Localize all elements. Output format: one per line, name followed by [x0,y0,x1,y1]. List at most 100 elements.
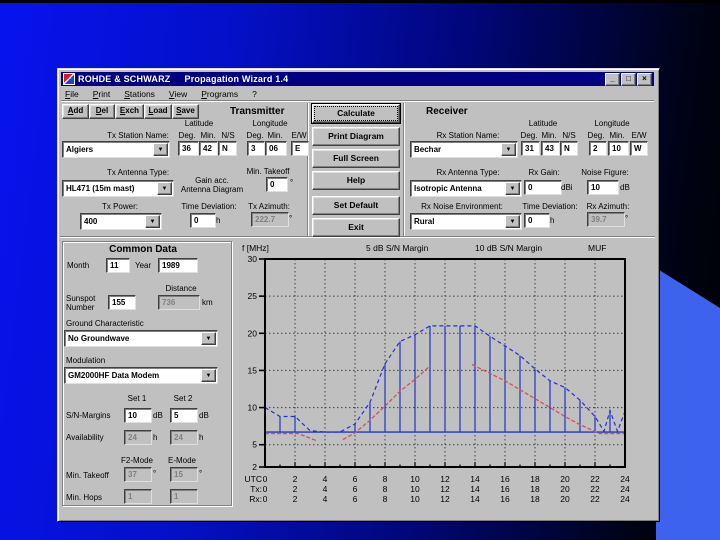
rx-latitude-label: Latitude [528,119,558,128]
svg-text:4: 4 [323,474,328,484]
svg-text:20: 20 [560,474,570,484]
rx-lat-deg-field[interactable]: 31 [521,141,540,156]
window-title-app: Propagation Wizard 1.4 [184,74,289,84]
tx-lon-min-field[interactable]: 06 [265,141,287,156]
chevron-down-icon[interactable]: ▼ [201,369,216,382]
rx-longitude-label: Longitude [594,119,630,128]
rx-lat-ns-label: N/S [562,131,576,140]
tx-azimuth-field: 222.7 [251,212,289,227]
exit-button[interactable]: Exit [312,218,400,237]
svg-text:12: 12 [440,474,450,484]
close-button[interactable]: × [637,72,652,86]
menu-file[interactable]: File [65,89,79,100]
chevron-down-icon[interactable]: ▼ [505,215,520,228]
min-hops-e-field: 1 [170,489,198,504]
tx-lat-min-field[interactable]: 42 [199,141,218,156]
title-bar[interactable]: ROHDE & SCHWARZ Propagation Wizard 1.4 _… [61,72,654,86]
print-diagram-button[interactable]: Print Diagram [312,127,400,146]
maximize-button[interactable]: □ [621,72,636,86]
takeoff-e-unit: ° [199,469,203,478]
add-button[interactable]: Add [62,104,89,119]
svg-text:f [MHz]: f [MHz] [242,243,269,253]
tx-min-takeoff-field[interactable]: 0 [266,177,288,192]
modulation-label: Modulation [66,356,106,365]
chevron-down-icon[interactable]: ▼ [153,143,168,156]
tx-station-select[interactable]: Algiers ▼ [62,141,170,158]
tx-lon-min-label: Min. [267,131,283,140]
set2-header: Set 2 [173,394,193,403]
chevron-down-icon[interactable]: ▼ [145,215,160,228]
menu-view[interactable]: View [169,89,187,100]
rx-noise-figure-field[interactable]: 10 [587,180,619,195]
rx-lon-min-field[interactable]: 10 [608,141,629,156]
rx-station-select[interactable]: Bechar ▼ [410,141,518,158]
minimize-button[interactable]: _ [605,72,620,86]
menu-programs[interactable]: Programs [201,89,238,100]
rx-antenna-select[interactable]: Isotropic Antenna ▼ [410,180,522,197]
chevron-down-icon[interactable]: ▼ [201,332,216,345]
tx-lon-deg-field[interactable]: 3 [247,141,265,156]
svg-text:14: 14 [470,494,480,504]
distance-field: 736 [158,295,200,310]
set-default-button[interactable]: Set Default [312,196,400,215]
chevron-down-icon[interactable]: ▼ [505,182,520,195]
min-takeoff-e-field: 15 [170,467,198,482]
tx-power-select[interactable]: 400 ▼ [80,213,162,230]
sunspot-field[interactable]: 155 [108,295,136,310]
tx-antenna-select[interactable]: HL471 (15m mast) ▼ [62,180,174,197]
load-button[interactable]: Load [144,104,172,119]
sn-margin-set2-field[interactable]: 5 [170,408,198,423]
svg-text:8: 8 [383,494,388,504]
help-button[interactable]: Help [312,171,400,190]
rx-gain-field[interactable]: 0 [524,180,562,195]
menu-help[interactable]: ? [252,89,257,100]
rx-timedev-field[interactable]: 0 [524,213,550,228]
modulation-select[interactable]: GM2000HF Data Modem ▼ [64,367,218,384]
calculate-button[interactable]: Calculate [312,104,400,123]
svg-text:16: 16 [500,494,510,504]
rx-azimuth-unit: ° [625,214,629,223]
del-button[interactable]: Del [89,104,115,119]
f2-mode-header: F2-Mode [120,456,153,465]
tx-timedev-field[interactable]: 0 [190,213,216,228]
e-mode-header: E-Mode [167,456,196,465]
svg-text:12: 12 [440,484,450,494]
svg-text:5: 5 [252,440,257,450]
chevron-down-icon[interactable]: ▼ [157,182,172,195]
transmitter-heading: Transmitter [230,106,285,117]
month-field[interactable]: 11 [106,258,130,273]
chevron-down-icon[interactable]: ▼ [501,143,516,156]
rx-noise-env-select[interactable]: Rural ▼ [410,213,522,230]
rx-azimuth-label: Rx Azimuth: [586,202,630,211]
tx-power-label: Tx Power: [101,202,138,211]
avail2-unit: h [199,433,204,442]
rx-station-label: Rx Station Name: [436,131,500,140]
window-title-brand: ROHDE & SCHWARZ [78,74,171,84]
exch-button[interactable]: Exch [115,104,144,119]
svg-text:12: 12 [440,494,450,504]
svg-text:24: 24 [620,494,630,504]
menu-stations[interactable]: Stations [124,89,155,100]
sn-margin-set1-field[interactable]: 10 [124,408,152,423]
year-field[interactable]: 1989 [158,258,198,273]
svg-text:10 dB S/N Margin: 10 dB S/N Margin [475,243,542,253]
rx-timedev-label: Time Deviation: [522,202,578,211]
tx-lat-deg-field[interactable]: 36 [178,141,199,156]
ground-select[interactable]: No Groundwave ▼ [64,330,218,347]
rx-lat-ns-field[interactable]: N [560,141,578,156]
rx-lon-ew-field[interactable]: W [630,141,648,156]
full-screen-button[interactable]: Full Screen [312,149,400,168]
month-label: Month [67,261,90,270]
save-button[interactable]: Save [172,104,199,119]
tx-lon-ew-field[interactable]: E [291,141,309,156]
svg-text:6: 6 [353,484,358,494]
tx-min-takeoff-label: Min. Takeoff [246,167,290,176]
tx-lat-ns-field[interactable]: N [218,141,237,156]
sn2-unit: dB [199,411,209,420]
rx-lon-deg-field[interactable]: 2 [589,141,607,156]
availability-label: Availability [66,433,104,442]
svg-text:16: 16 [500,474,510,484]
tx-azimuth-unit: ° [289,214,293,223]
rx-lat-min-field[interactable]: 43 [541,141,560,156]
menu-print[interactable]: Print [93,89,110,100]
